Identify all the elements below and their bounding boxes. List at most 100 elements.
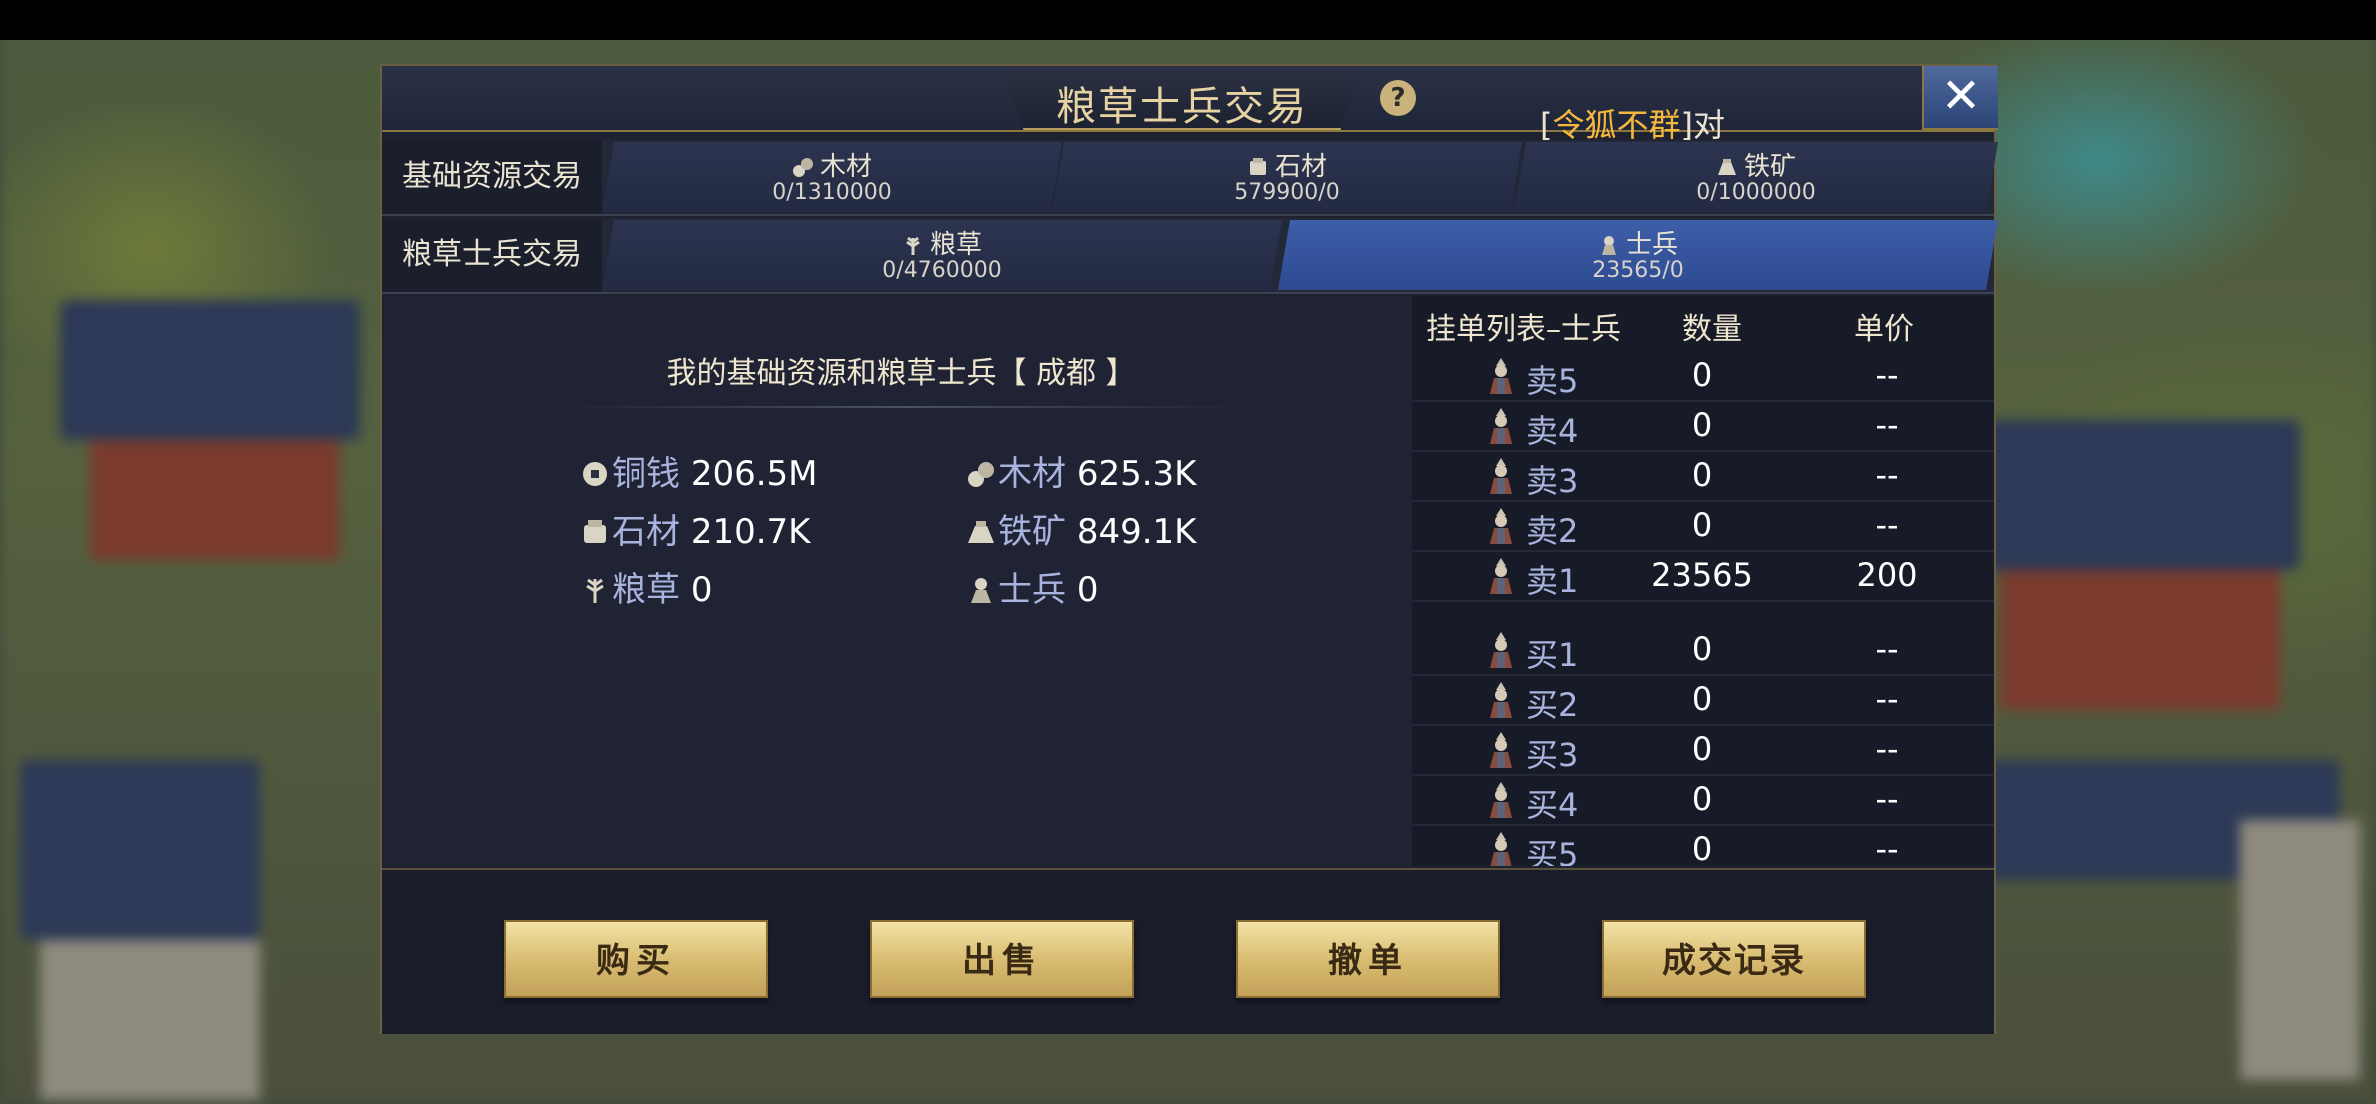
tab-stone[interactable]: 石材 579900/0 [1052,142,1522,212]
soldier-icon [1598,234,1620,256]
soldier-icon [1490,458,1512,494]
tab-grain-value: 0/4760000 [882,258,1002,283]
order-price: -- [1875,730,1899,768]
soldier-icon [1490,408,1512,444]
buy-button[interactable]: 购买 [504,920,768,998]
order-qty: 0 [1691,780,1713,818]
tab-soldier-value: 23565/0 [1592,258,1684,283]
tab-grain[interactable]: 粮草 0/4760000 [602,220,1282,290]
cancel-order-button[interactable]: 撤单 [1236,920,1500,998]
soldier-icon [1490,732,1512,768]
order-qty: 0 [1691,356,1713,394]
grain-icon [586,578,604,603]
stone-icon [1247,156,1269,178]
action-bar: 购买 出售 撤单 成交记录 [382,868,1994,1034]
order-price: -- [1875,830,1899,866]
buy-order-row[interactable]: 买2 0 -- [1412,676,1994,726]
order-price: -- [1875,356,1899,394]
close-button[interactable]: ✕ [1922,66,1998,130]
order-qty: 0 [1691,630,1713,668]
order-label: 买4 [1526,786,1579,824]
sell-order-row[interactable]: 卖5 0 -- [1412,352,1994,402]
sell-button[interactable]: 出售 [870,920,1134,998]
tab-iron[interactable]: 铁矿 0/1000000 [1514,142,1998,212]
grain-icon [902,234,924,256]
buy-order-row[interactable]: 买5 0 -- [1412,826,1994,866]
my-res-coin-value: 206.5M [690,454,818,494]
buy-order-row[interactable]: 买1 0 -- [1412,626,1994,676]
my-res-soldier-value: 0 [1076,570,1099,610]
soldier-icon [1490,832,1512,866]
my-res-grain-value: 0 [690,570,713,610]
order-label: 买3 [1526,736,1579,774]
my-res-stone-value: 210.7K [690,512,811,552]
tab-wood-name: 木材 [819,152,872,182]
order-label: 卖4 [1526,412,1579,450]
trade-history-button[interactable]: 成交记录 [1602,920,1866,998]
tab-soldier[interactable]: 士兵 23565/0 [1278,220,1998,290]
my-res-stone-label: 石材 [612,512,680,552]
owner-bracket-close: ]对 [1680,106,1726,144]
qty-header: 数量 [1682,312,1742,347]
wood-icon [968,462,994,487]
soldier-icon [1490,632,1512,668]
owner-bracket-open: [ [1540,106,1553,144]
order-price: -- [1875,456,1899,494]
tab-soldier-name: 士兵 [1625,230,1678,260]
my-res-iron-label: 铁矿 [998,512,1066,552]
my-res-wood-label: 木材 [998,454,1066,494]
soldier-icon [971,578,991,603]
tab-stone-name: 石材 [1274,152,1327,182]
sell-order-row[interactable]: 卖3 0 -- [1412,452,1994,502]
sell-order-row[interactable]: 卖2 0 -- [1412,502,1994,552]
tab-iron-value: 0/1000000 [1696,180,1816,205]
order-book-panel: 挂单列表–士兵 数量 单价 卖5 0 -- 卖4 0 -- 卖3 0 -- 卖2 0 -- 卖1 2356… [1412,296,1994,866]
order-qty: 0 [1691,730,1713,768]
order-label: 卖1 [1526,562,1579,600]
tab-wood-value: 0/1310000 [772,180,892,205]
soldier-icon [1490,508,1512,544]
order-label: 买2 [1526,686,1579,724]
dialog-title: 粮草士兵交易 [1056,84,1308,130]
basic-resource-trade-tab[interactable]: 基础资源交易 [382,140,602,214]
tab-wood[interactable]: 木材 0/1310000 [602,142,1062,212]
basic-resource-row: 基础资源交易 木材 0/1310000 石材 579900/0 铁矿 0/100… [382,140,1994,216]
wood-icon [792,156,814,178]
my-res-grain-label: 粮草 [612,570,680,610]
order-price: -- [1875,780,1899,818]
my-res-soldier-label: 士兵 [998,570,1066,610]
order-price: -- [1875,680,1899,718]
help-icon[interactable]: ? [1380,80,1416,116]
divider [564,406,1244,408]
title-bar: 粮草士兵交易 ? [令狐不群]对 ✕ [382,66,1998,144]
sell-order-row[interactable]: 卖1 23565 200 [1412,552,1994,602]
my-res-iron-value: 849.1K [1076,512,1197,552]
iron-icon [968,521,994,543]
order-qty: 0 [1691,506,1713,544]
order-price: -- [1875,630,1899,668]
soldier-icon [1490,782,1512,818]
order-price: -- [1875,506,1899,544]
order-qty: 0 [1691,830,1713,866]
my-res-wood: 木材 625.3K [966,446,1196,495]
order-label: 买5 [1526,836,1579,866]
stone-icon [584,520,606,543]
order-qty: 0 [1691,406,1713,444]
price-header: 单价 [1854,312,1914,347]
soldier-icon [1490,558,1512,594]
buy-order-row[interactable]: 买3 0 -- [1412,726,1994,776]
grain-soldier-trade-tab[interactable]: 粮草士兵交易 [382,218,602,292]
order-label: 买1 [1526,636,1579,674]
owner-name[interactable]: 令狐不群 [1552,106,1680,144]
tab-iron-name: 铁矿 [1743,152,1796,182]
my-res-coin: 铜钱 206.5M [580,446,817,495]
my-res-coin-label: 铜钱 [612,454,680,494]
my-res-iron: 铁矿 849.1K [966,504,1196,553]
my-res-soldier: 士兵 0 [966,562,1098,611]
sell-order-row[interactable]: 卖4 0 -- [1412,402,1994,452]
buy-order-row[interactable]: 买4 0 -- [1412,776,1994,826]
tab-grain-name: 粮草 [929,230,982,260]
top-black-bar [0,0,2376,40]
tab-stone-value: 579900/0 [1234,180,1340,205]
my-res-stone: 石材 210.7K [580,504,810,553]
